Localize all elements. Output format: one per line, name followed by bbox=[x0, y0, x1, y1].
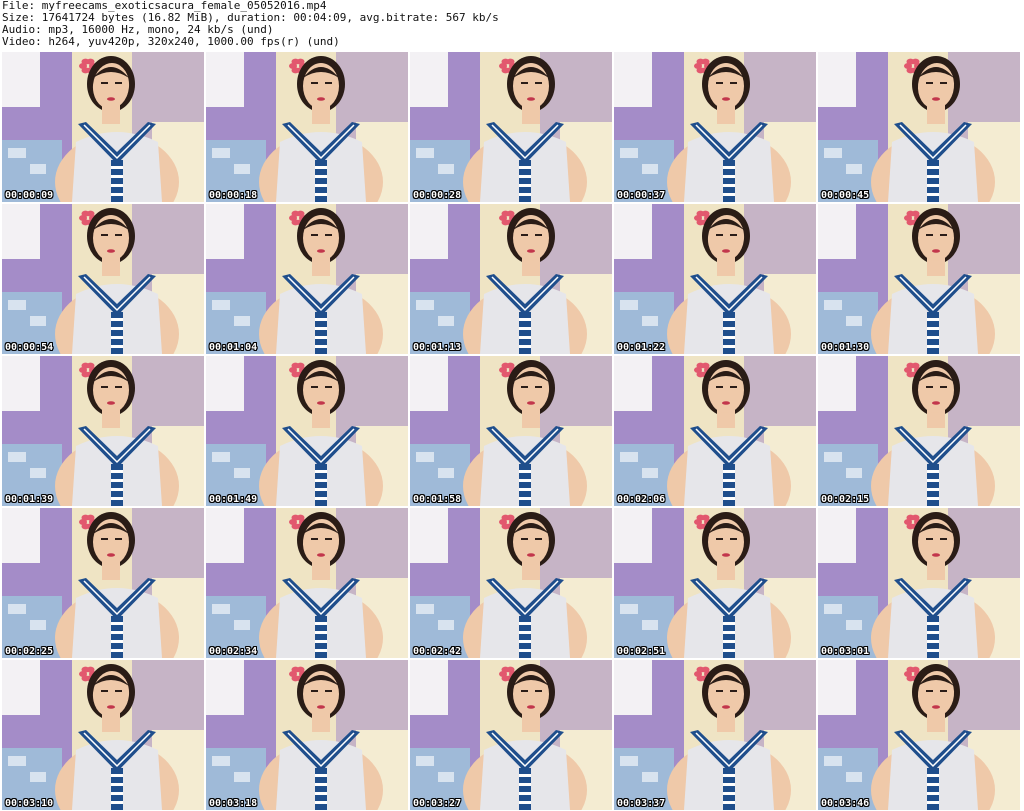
webcam-frame-image bbox=[410, 356, 612, 506]
thumbnail-timestamp: 00:00:28 bbox=[413, 190, 462, 201]
video-thumbnail: 00:01:58 bbox=[410, 356, 612, 506]
webcam-frame-image bbox=[206, 52, 408, 202]
thumbnail-timestamp: 00:01:04 bbox=[209, 342, 258, 353]
thumbnail-timestamp: 00:02:06 bbox=[617, 494, 666, 505]
video-thumbnail: 00:00:37 bbox=[614, 52, 816, 202]
thumbnail-timestamp: 00:02:25 bbox=[5, 646, 54, 657]
webcam-frame-image bbox=[614, 660, 816, 810]
thumbnail-timestamp: 00:02:15 bbox=[821, 494, 870, 505]
thumbnail-timestamp: 00:01:58 bbox=[413, 494, 462, 505]
video-thumbnail: 00:03:18 bbox=[206, 660, 408, 810]
webcam-frame-image bbox=[614, 508, 816, 658]
video-thumbnail: 00:03:10 bbox=[2, 660, 204, 810]
video-thumbnail: 00:00:28 bbox=[410, 52, 612, 202]
webcam-frame-image bbox=[206, 356, 408, 506]
video-thumbnail: 00:02:15 bbox=[818, 356, 1020, 506]
video-thumbnail: 00:00:18 bbox=[206, 52, 408, 202]
webcam-frame-image bbox=[818, 204, 1020, 354]
video-thumbnail: 00:03:27 bbox=[410, 660, 612, 810]
thumbnail-timestamp: 00:02:34 bbox=[209, 646, 258, 657]
video-thumbnail: 00:00:45 bbox=[818, 52, 1020, 202]
webcam-frame-image bbox=[206, 204, 408, 354]
webcam-frame-image bbox=[410, 52, 612, 202]
thumbnail-timestamp: 00:01:39 bbox=[5, 494, 54, 505]
video-thumbnail: 00:02:51 bbox=[614, 508, 816, 658]
thumbnail-timestamp: 00:03:37 bbox=[617, 798, 666, 809]
thumbnail-timestamp: 00:02:51 bbox=[617, 646, 666, 657]
video-info-line: Video: h264, yuv420p, 320x240, 1000.00 f… bbox=[2, 35, 340, 48]
thumbnail-timestamp: 00:02:42 bbox=[413, 646, 462, 657]
thumbnail-timestamp: 00:01:22 bbox=[617, 342, 666, 353]
video-thumbnail: 00:01:04 bbox=[206, 204, 408, 354]
thumbnail-timestamp: 00:03:10 bbox=[5, 798, 54, 809]
webcam-frame-image bbox=[2, 204, 204, 354]
thumbnail-timestamp: 00:00:09 bbox=[5, 190, 54, 201]
thumbnail-grid: 00:00:09 00:00:18 00:00:28 00:00:37 00:00:45… bbox=[2, 52, 1024, 811]
thumbnail-timestamp: 00:00:18 bbox=[209, 190, 258, 201]
thumbnail-timestamp: 00:03:27 bbox=[413, 798, 462, 809]
webcam-frame-image bbox=[410, 204, 612, 354]
video-thumbnail: 00:00:09 bbox=[2, 52, 204, 202]
video-thumbnail: 00:00:54 bbox=[2, 204, 204, 354]
video-thumbnail: 00:02:06 bbox=[614, 356, 816, 506]
webcam-frame-image bbox=[2, 52, 204, 202]
file-info-header: File: myfreecams_exoticsacura_female_050… bbox=[0, 0, 1024, 50]
thumbnail-timestamp: 00:03:18 bbox=[209, 798, 258, 809]
thumbnail-timestamp: 00:01:13 bbox=[413, 342, 462, 353]
video-thumbnail: 00:02:34 bbox=[206, 508, 408, 658]
thumbnail-timestamp: 00:03:01 bbox=[821, 646, 870, 657]
webcam-frame-image bbox=[2, 660, 204, 810]
video-thumbnail: 00:02:42 bbox=[410, 508, 612, 658]
video-thumbnail: 00:02:25 bbox=[2, 508, 204, 658]
webcam-frame-image bbox=[818, 508, 1020, 658]
thumbnail-timestamp: 00:00:54 bbox=[5, 342, 54, 353]
thumbnail-timestamp: 00:00:45 bbox=[821, 190, 870, 201]
webcam-frame-image bbox=[818, 356, 1020, 506]
webcam-frame-image bbox=[410, 660, 612, 810]
video-thumbnail: 00:01:49 bbox=[206, 356, 408, 506]
webcam-frame-image bbox=[410, 508, 612, 658]
webcam-frame-image bbox=[206, 660, 408, 810]
webcam-frame-image bbox=[614, 52, 816, 202]
video-thumbnail: 00:03:46 bbox=[818, 660, 1020, 810]
video-thumbnail: 00:01:13 bbox=[410, 204, 612, 354]
thumbnail-timestamp: 00:00:37 bbox=[617, 190, 666, 201]
webcam-frame-image bbox=[818, 52, 1020, 202]
thumbnail-timestamp: 00:03:46 bbox=[821, 798, 870, 809]
video-thumbnail: 00:01:22 bbox=[614, 204, 816, 354]
webcam-frame-image bbox=[206, 508, 408, 658]
thumbnail-timestamp: 00:01:49 bbox=[209, 494, 258, 505]
video-thumbnail: 00:03:37 bbox=[614, 660, 816, 810]
video-thumbnail: 00:03:01 bbox=[818, 508, 1020, 658]
webcam-frame-image bbox=[2, 508, 204, 658]
thumbnail-timestamp: 00:01:30 bbox=[821, 342, 870, 353]
video-thumbnail: 00:01:39 bbox=[2, 356, 204, 506]
video-thumbnail: 00:01:30 bbox=[818, 204, 1020, 354]
webcam-frame-image bbox=[614, 204, 816, 354]
webcam-frame-image bbox=[818, 660, 1020, 810]
webcam-frame-image bbox=[614, 356, 816, 506]
webcam-frame-image bbox=[2, 356, 204, 506]
